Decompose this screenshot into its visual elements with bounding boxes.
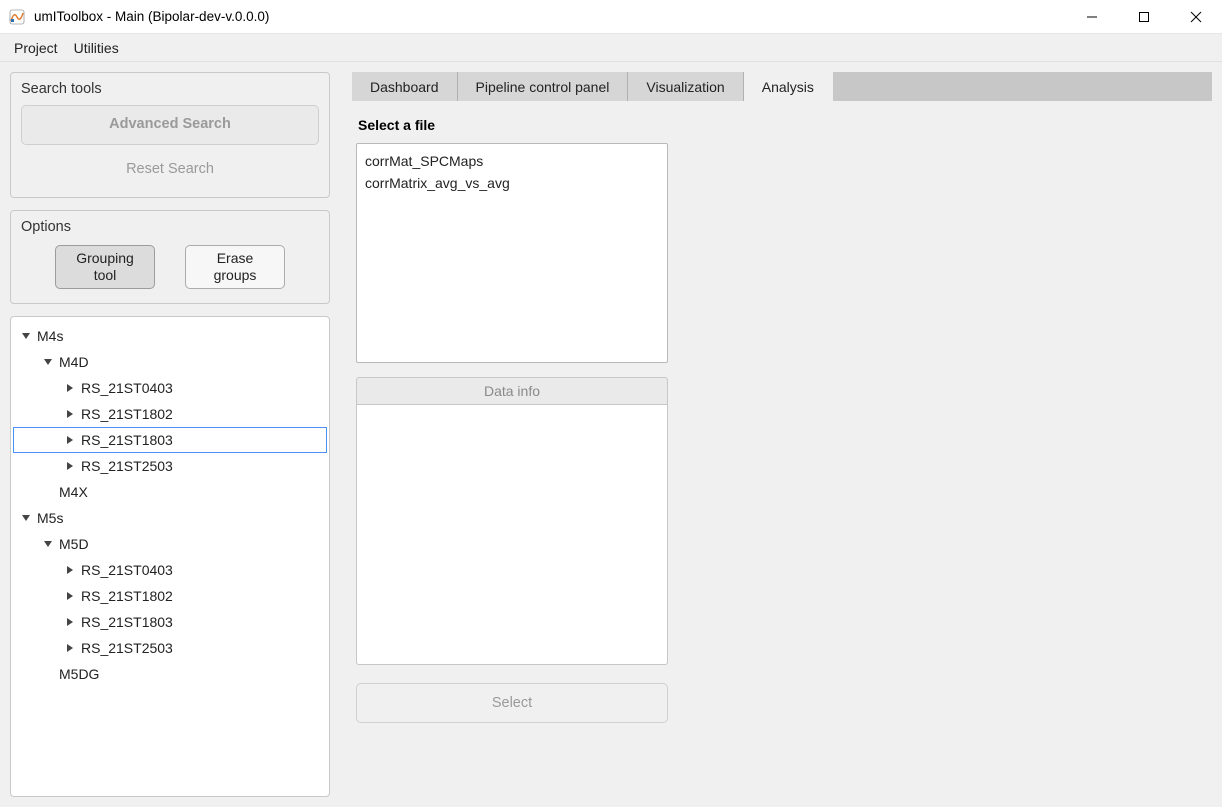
window-title: umIToolbox - Main (Bipolar-dev-v.0.0.0) [34,9,269,24]
tree-item-label: RS_21ST1803 [79,614,173,630]
erase-groups-button[interactable]: Erase groups [185,245,285,289]
search-tools-title: Search tools [11,73,329,101]
chevron-down-icon[interactable] [41,537,55,551]
tree-item-label: M5s [35,510,63,526]
workspace: Search tools Advanced Search Reset Searc… [0,62,1222,807]
left-column: Search tools Advanced Search Reset Searc… [10,72,330,797]
tree-item-label: RS_21ST1802 [79,588,173,604]
tree-item-label: RS_21ST0403 [79,562,173,578]
chevron-down-icon[interactable] [19,511,33,525]
tree-item-label: RS_21ST1802 [79,406,173,422]
tree-item[interactable]: M5s [13,505,327,531]
app-icon [8,8,26,26]
tree-item[interactable]: RS_21ST1803 [13,609,327,635]
menu-utilities[interactable]: Utilities [70,36,123,60]
chevron-right-icon[interactable] [63,615,77,629]
tab-visualization[interactable]: Visualization [628,72,743,101]
tab-pipeline[interactable]: Pipeline control panel [458,72,629,101]
tab-dashboard[interactable]: Dashboard [352,72,458,101]
reset-search-button[interactable]: Reset Search [110,155,230,185]
data-info-body [356,405,668,665]
right-column: Dashboard Pipeline control panel Visuali… [352,72,1212,797]
options-title: Options [11,211,329,239]
options-panel: Options Grouping tool Erase groups [10,210,330,304]
chevron-right-icon[interactable] [63,433,77,447]
tree-item[interactable]: RS_21ST2503 [13,635,327,661]
chevron-right-icon[interactable] [63,641,77,655]
search-tools-panel: Search tools Advanced Search Reset Searc… [10,72,330,198]
chevron-right-icon[interactable] [63,589,77,603]
tree-item[interactable]: RS_21ST1802 [13,401,327,427]
tree-item[interactable]: M5D [13,531,327,557]
select-button[interactable]: Select [356,683,668,723]
tree-item-label: RS_21ST1803 [79,432,173,448]
chevron-right-icon[interactable] [63,563,77,577]
tab-strip: Dashboard Pipeline control panel Visuali… [352,72,1212,101]
window-titlebar: umIToolbox - Main (Bipolar-dev-v.0.0.0) [0,0,1222,34]
close-button[interactable] [1170,0,1222,33]
tree-toggle-empty [41,485,55,499]
tree-item-label: M4D [57,354,89,370]
tree-item-label: RS_21ST2503 [79,640,173,656]
tree-item[interactable]: RS_21ST0403 [13,557,327,583]
chevron-down-icon[interactable] [19,329,33,343]
tree-item-label: RS_21ST2503 [79,458,173,474]
tree-item-label: RS_21ST0403 [79,380,173,396]
analysis-tab-content: Select a file corrMat_SPCMapscorrMatrix_… [352,101,1212,797]
list-item[interactable]: corrMatrix_avg_vs_avg [365,172,659,194]
tree-item[interactable]: RS_21ST1803 [13,427,327,453]
list-item[interactable]: corrMat_SPCMaps [365,150,659,172]
advanced-search-button[interactable]: Advanced Search [21,105,319,145]
tree-item-label: M4s [35,328,63,344]
data-info-group: Data info [356,377,668,665]
menu-bar: Project Utilities [0,34,1222,62]
data-info-header: Data info [356,377,668,405]
tree-item[interactable]: M4X [13,479,327,505]
object-tree[interactable]: M4s M4D RS_21ST0403 RS_21ST1802 RS_21ST1803 R… [10,316,330,797]
chevron-right-icon[interactable] [63,407,77,421]
file-listbox[interactable]: corrMat_SPCMapscorrMatrix_avg_vs_avg [356,143,668,363]
tree-item-label: M5DG [57,666,99,682]
tree-item-label: M5D [57,536,89,552]
chevron-down-icon[interactable] [41,355,55,369]
tree-item[interactable]: M4s [13,323,327,349]
tab-analysis[interactable]: Analysis [744,72,833,101]
minimize-button[interactable] [1066,0,1118,33]
tree-item-label: M4X [57,484,88,500]
menu-project[interactable]: Project [10,36,62,60]
tree-item[interactable]: RS_21ST1802 [13,583,327,609]
chevron-right-icon[interactable] [63,459,77,473]
select-file-label: Select a file [358,117,1208,133]
tab-strip-remainder [833,72,1212,101]
tree-item[interactable]: M4D [13,349,327,375]
tree-item[interactable]: M5DG [13,661,327,687]
tree-item[interactable]: RS_21ST2503 [13,453,327,479]
maximize-button[interactable] [1118,0,1170,33]
grouping-tool-button[interactable]: Grouping tool [55,245,155,289]
tree-toggle-empty [41,667,55,681]
chevron-right-icon[interactable] [63,381,77,395]
tree-item[interactable]: RS_21ST0403 [13,375,327,401]
